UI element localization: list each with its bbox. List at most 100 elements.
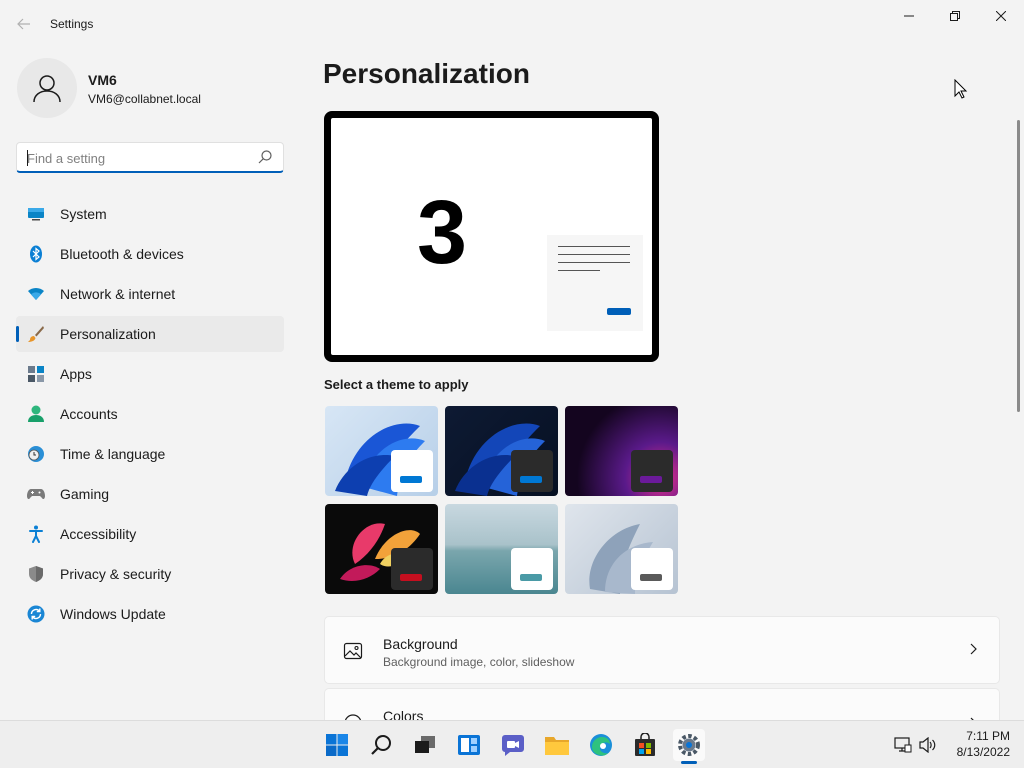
search-box[interactable] — [16, 142, 284, 173]
sidebar-item-windows-update[interactable]: Windows Update — [16, 596, 284, 632]
accessibility-icon — [27, 525, 45, 543]
page-title: Personalization — [323, 58, 530, 89]
brush-icon — [27, 325, 45, 343]
preview-window — [547, 235, 643, 331]
preview-line — [558, 262, 630, 263]
sidebar-item-gaming[interactable]: Gaming — [16, 476, 284, 512]
user-email: VM6@collabnet.local — [88, 92, 201, 106]
settings-taskbar-button[interactable] — [673, 729, 705, 761]
edge-button[interactable] — [585, 729, 617, 761]
taskbar — [0, 720, 1024, 768]
edge-icon — [590, 734, 612, 756]
file-explorer-icon — [545, 737, 569, 755]
volume-tray-button[interactable] — [918, 735, 938, 755]
mouse-cursor — [954, 79, 968, 99]
update-icon — [27, 605, 45, 623]
widgets-icon — [458, 735, 480, 755]
theme-preview: 3 — [324, 111, 659, 362]
title-bar: Settings — [0, 0, 1024, 48]
network-icon — [894, 737, 912, 753]
sidebar-item-label: Apps — [60, 366, 92, 382]
theme-accent-bar — [400, 574, 422, 581]
store-button[interactable] — [629, 729, 661, 761]
widgets-button[interactable] — [453, 729, 485, 761]
minimize-icon — [904, 15, 914, 17]
preview-screen: 3 — [331, 118, 652, 355]
task-view-button[interactable] — [409, 729, 441, 761]
restore-button[interactable] — [932, 0, 978, 32]
sidebar-nav: System Bluetooth & devices Network & int… — [16, 196, 284, 636]
close-button[interactable] — [978, 0, 1024, 32]
sidebar-item-label: Privacy & security — [60, 566, 172, 582]
person-icon — [27, 405, 45, 423]
shield-icon — [27, 565, 45, 583]
sidebar-item-label: Windows Update — [60, 606, 166, 622]
task-view-icon — [415, 736, 435, 753]
start-button[interactable] — [321, 729, 353, 761]
theme-windows-dark[interactable] — [445, 406, 558, 496]
globe-clock-icon — [27, 445, 45, 463]
theme-captured-motion[interactable] — [325, 504, 438, 594]
sidebar-item-privacy-security[interactable]: Privacy & security — [16, 556, 284, 592]
apps-icon — [27, 365, 45, 383]
sidebar-item-bluetooth[interactable]: Bluetooth & devices — [16, 236, 284, 272]
avatar[interactable] — [17, 58, 77, 118]
search-input[interactable] — [27, 148, 252, 168]
file-explorer-button[interactable] — [541, 729, 573, 761]
taskbar-clock[interactable]: 7:11 PM 8/13/2022 — [944, 728, 1010, 760]
network-tray-button[interactable] — [893, 735, 913, 755]
theme-window-sample — [391, 450, 433, 492]
sidebar-item-label: Accounts — [60, 406, 118, 422]
sidebar-item-personalization[interactable]: Personalization — [16, 316, 284, 352]
sidebar-item-system[interactable]: System — [16, 196, 284, 232]
theme-flow[interactable] — [565, 504, 678, 594]
scrollbar[interactable] — [1017, 120, 1020, 412]
sidebar-item-label: Bluetooth & devices — [60, 246, 184, 262]
sidebar-item-label: System — [60, 206, 107, 222]
sidebar-item-label: Personalization — [60, 326, 156, 342]
sidebar-item-apps[interactable]: Apps — [16, 356, 284, 392]
theme-windows-light[interactable] — [325, 406, 438, 496]
theme-sunrise[interactable] — [445, 504, 558, 594]
search-icon[interactable] — [257, 149, 273, 165]
background-card[interactable]: Background Background image, color, slid… — [324, 616, 1000, 684]
user-name: VM6 — [88, 72, 117, 88]
minimize-button[interactable] — [886, 0, 932, 32]
preview-line — [558, 254, 630, 255]
theme-window-sample — [511, 450, 553, 492]
wifi-icon — [27, 285, 45, 303]
sidebar-item-time-language[interactable]: Time & language — [16, 436, 284, 472]
palette-icon — [344, 714, 362, 720]
store-icon — [635, 733, 655, 756]
theme-accent-bar — [520, 476, 542, 483]
theme-window-sample — [511, 548, 553, 590]
preview-accent-button — [607, 308, 631, 315]
sidebar-item-label: Network & internet — [60, 286, 176, 302]
person-icon — [33, 75, 61, 103]
preview-line — [558, 270, 600, 271]
start-icon — [326, 734, 348, 756]
theme-accent-bar — [640, 574, 662, 581]
theme-accent-bar — [520, 574, 542, 581]
back-button[interactable] — [12, 12, 36, 36]
theme-accent-bar — [400, 476, 422, 483]
volume-icon — [919, 737, 936, 753]
card-title: Colors — [383, 708, 424, 720]
app-title: Settings — [50, 17, 94, 31]
theme-glow[interactable] — [565, 406, 678, 496]
chat-icon — [502, 735, 524, 756]
preview-number: 3 — [417, 183, 468, 283]
gamepad-icon — [27, 485, 45, 503]
colors-card[interactable]: Colors — [324, 688, 1000, 720]
chat-button[interactable] — [497, 729, 529, 761]
themes-label: Select a theme to apply — [324, 377, 469, 392]
active-app-indicator — [681, 761, 697, 764]
close-icon — [996, 11, 1006, 21]
sidebar-item-network[interactable]: Network & internet — [16, 276, 284, 312]
sidebar-item-accessibility[interactable]: Accessibility — [16, 516, 284, 552]
image-icon — [343, 642, 363, 660]
taskbar-search-button[interactable] — [365, 729, 397, 761]
clock-date: 8/13/2022 — [956, 745, 1010, 759]
settings-icon — [678, 734, 700, 756]
sidebar-item-accounts[interactable]: Accounts — [16, 396, 284, 432]
